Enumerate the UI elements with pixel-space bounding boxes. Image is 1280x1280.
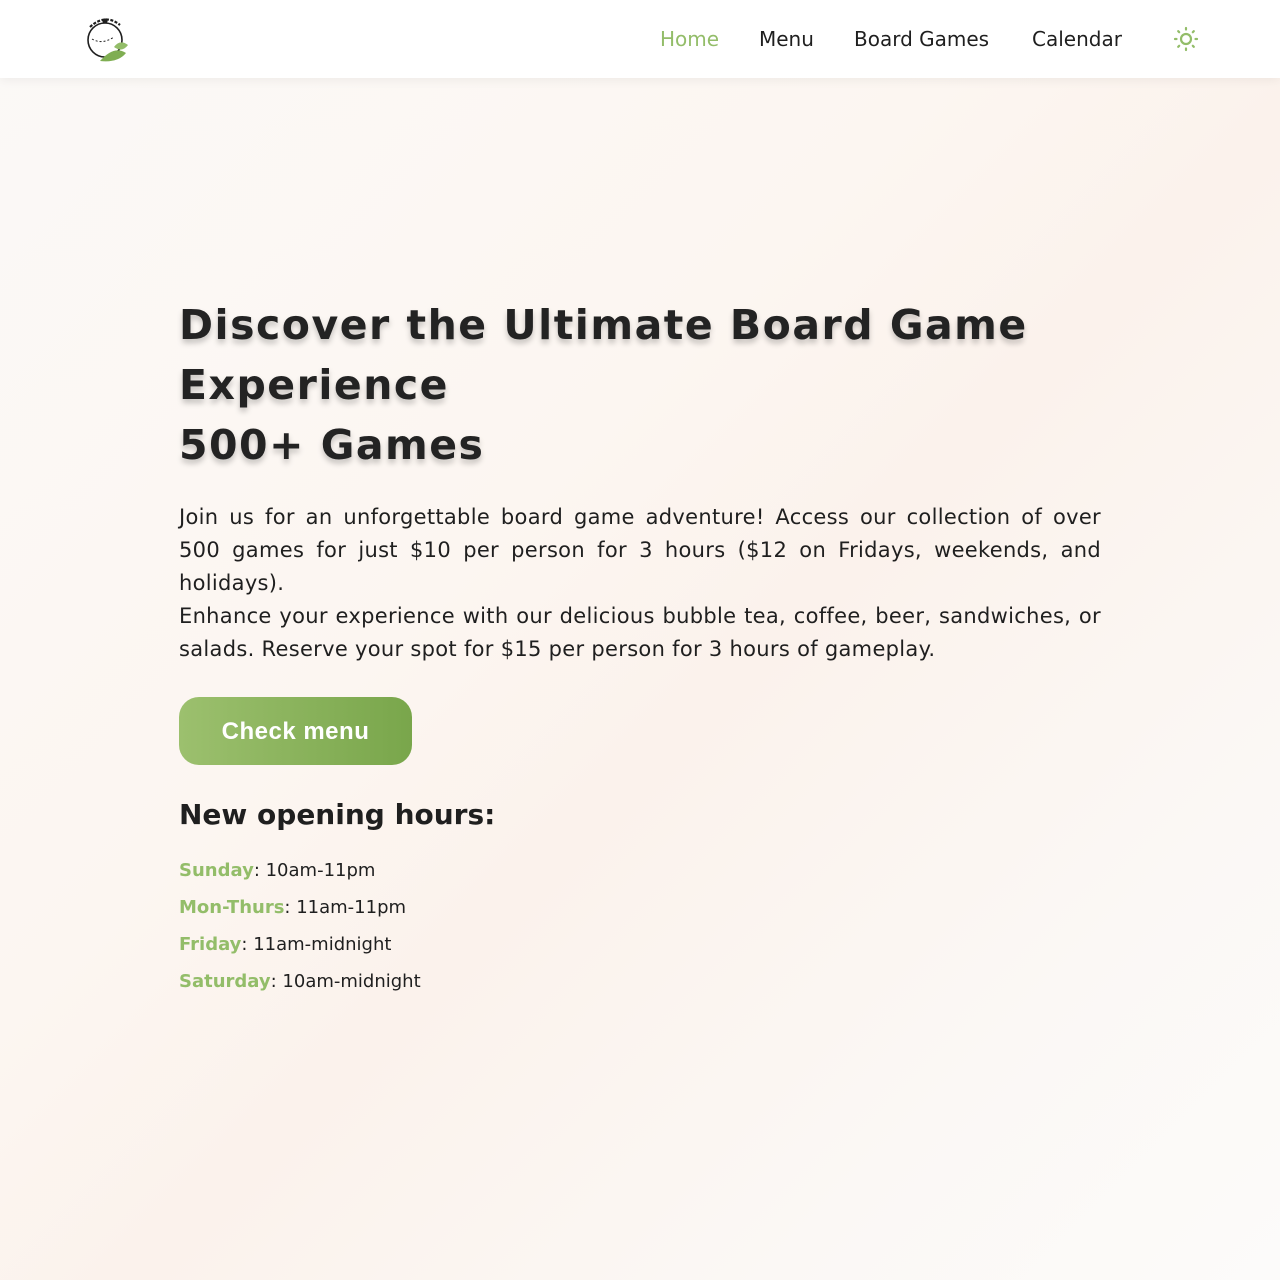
intro-paragraph-pricing: Join us for an unforgettable board game … (179, 505, 1101, 595)
hours-item-mon-thurs: Mon-Thurs: 11am-11pm (179, 889, 1101, 926)
hours-item-saturday: Saturday: 10am-midnight (179, 963, 1101, 1000)
nav-calendar-link[interactable]: Calendar (1032, 25, 1122, 53)
opening-hours-list: Sunday: 10am-11pm Mon-Thurs: 11am-11pm F… (179, 852, 1101, 1000)
nav-board-games-link[interactable]: Board Games (854, 25, 989, 53)
hours-time: : 10am-11pm (253, 860, 376, 881)
hours-item-sunday: Sunday: 10am-11pm (179, 852, 1101, 889)
hours-time: : 10am-midnight (270, 971, 421, 992)
hero-title-line: Experience (179, 361, 449, 409)
hero-title-line: Discover the Ultimate Board Game (179, 301, 1028, 349)
hours-day: Sunday (179, 860, 254, 881)
navbar: Home Menu Board Games Calendar (0, 0, 1280, 78)
hours-day: Friday (179, 934, 242, 955)
theme-toggle-button[interactable] (1172, 26, 1200, 54)
nav-menu-link[interactable]: Menu (759, 25, 814, 53)
hero-section: Discover the Ultimate Board Game Experie… (179, 295, 1101, 1000)
sun-icon (1173, 26, 1199, 52)
hours-time: : 11am-11pm (284, 897, 407, 918)
hours-day: Saturday (179, 971, 271, 992)
hero-intro: Join us for an unforgettable board game … (179, 501, 1101, 666)
opening-hours-title: New opening hours: (179, 798, 496, 831)
nav-home-link[interactable]: Home (660, 25, 719, 53)
check-menu-button[interactable]: Check menu (179, 697, 412, 765)
intro-paragraph-food: Enhance your experience with our delicio… (179, 604, 1101, 661)
hours-time: : 11am-midnight (241, 934, 392, 955)
hours-item-friday: Friday: 11am-midnight (179, 926, 1101, 963)
hero-subtitle-games-count: 500+ Games (179, 421, 485, 469)
hero-title: Discover the Ultimate Board Game Experie… (179, 295, 1101, 475)
hours-day: Mon-Thurs (179, 897, 285, 918)
main-nav: Home Menu Board Games Calendar (0, 0, 1280, 78)
